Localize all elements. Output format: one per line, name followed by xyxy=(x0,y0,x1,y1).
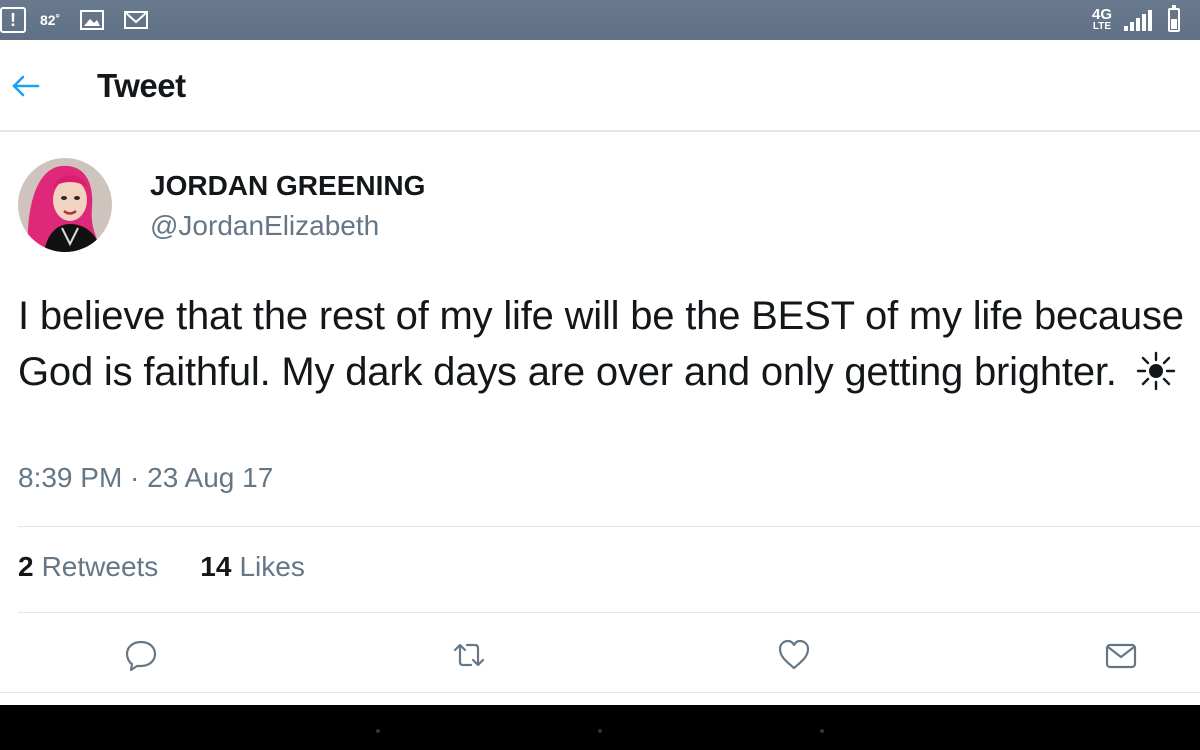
network-sub-label: LTE xyxy=(1092,21,1112,32)
reply-icon[interactable] xyxy=(124,638,158,672)
gmail-icon xyxy=(124,11,149,29)
nav-back-button[interactable] xyxy=(376,729,380,733)
retweet-icon[interactable] xyxy=(452,638,486,672)
retweets-label: Retweets xyxy=(41,551,159,582)
app-header: Tweet xyxy=(0,40,1200,132)
author-handle[interactable]: @JordanElizabeth xyxy=(150,210,379,242)
image-icon xyxy=(80,10,105,30)
tweet-stats: 2 Retweets 14 Likes xyxy=(18,551,347,583)
nav-recents-button[interactable] xyxy=(820,729,824,733)
likes-count: 14 xyxy=(200,551,232,582)
system-nav-bar xyxy=(0,705,1200,750)
likes-label: Likes xyxy=(239,551,305,582)
author-name[interactable]: JORDAN GREENING xyxy=(150,170,425,202)
page-title: Tweet xyxy=(97,67,186,104)
arrow-left-icon[interactable] xyxy=(10,70,42,102)
alert-icon: ! xyxy=(0,7,26,33)
tweet-text: I believe that the rest of my life will … xyxy=(18,288,1188,400)
temperature-label: 82˚ xyxy=(40,12,61,28)
sun-icon xyxy=(1136,351,1175,391)
likes-stat[interactable]: 14 Likes xyxy=(200,551,305,583)
divider xyxy=(18,526,1200,527)
nav-home-button[interactable] xyxy=(598,729,602,733)
avatar-image xyxy=(18,158,112,252)
signal-icon xyxy=(1124,9,1152,31)
status-bar: ! 82˚ 4G LTE xyxy=(0,0,1200,40)
tweet-timestamp[interactable]: 8:39 PM · 23 Aug 17 xyxy=(18,462,273,494)
tweet-text-content: I believe that the rest of my life will … xyxy=(18,294,1184,394)
divider xyxy=(18,612,1200,613)
like-icon[interactable] xyxy=(777,638,811,672)
retweets-count: 2 xyxy=(18,551,34,582)
battery-icon xyxy=(1168,5,1180,32)
network-indicator: 4G LTE xyxy=(1092,7,1112,32)
tweet-actions xyxy=(0,630,1200,680)
share-icon[interactable] xyxy=(1104,638,1138,672)
divider xyxy=(0,692,1200,693)
avatar[interactable] xyxy=(18,158,112,252)
retweets-stat[interactable]: 2 Retweets xyxy=(18,551,158,583)
